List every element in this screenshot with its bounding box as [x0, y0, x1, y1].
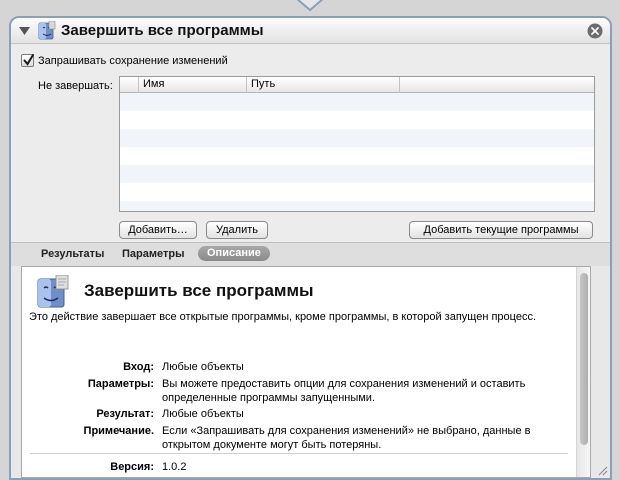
- table-header-fill: [400, 77, 594, 93]
- description-summary: Это действие завершает все открытые прог…: [29, 311, 537, 323]
- description-divider: [30, 453, 568, 454]
- version-label: Версия:: [110, 461, 154, 473]
- description-input-row: Вход: Любые объекты: [22, 360, 557, 374]
- table-row: [120, 201, 594, 211]
- description-result-row: Результат: Любые объекты: [22, 407, 557, 421]
- result-value: Любые объекты: [162, 408, 244, 420]
- remove-button[interactable]: Удалить: [206, 221, 268, 239]
- table-header: Имя Путь: [120, 77, 594, 93]
- description-title: Завершить все программы: [84, 281, 314, 300]
- tab-results[interactable]: Результаты: [41, 248, 104, 260]
- result-label: Результат:: [96, 408, 154, 420]
- table-row: [120, 129, 594, 147]
- action-card: Завершить все программы Запрашивать сохр…: [9, 16, 612, 480]
- checkmark-icon: [23, 54, 34, 66]
- tab-description[interactable]: Описание: [198, 246, 270, 261]
- input-value: Любые объекты: [162, 361, 244, 373]
- disclosure-triangle-icon[interactable]: [19, 26, 30, 36]
- action-title-bar[interactable]: Завершить все программы: [11, 18, 610, 44]
- table-row: [120, 165, 594, 183]
- table-header-spacer: [120, 77, 139, 93]
- options-value: Вы можете предоставить опции для сохране…: [162, 378, 526, 404]
- finder-app-icon: [37, 275, 69, 308]
- add-button[interactable]: Добавить…: [119, 221, 197, 239]
- version-value: 1.0.2: [162, 461, 187, 473]
- action-title: Завершить все программы: [61, 22, 264, 39]
- table-body[interactable]: [120, 93, 594, 211]
- description-version-row: Версия: 1.0.2: [22, 460, 557, 474]
- action-settings-panel: Запрашивать сохранение изменений Не заве…: [11, 45, 610, 242]
- table-row: [120, 111, 594, 129]
- info-tabs: Результаты Параметры Описание: [11, 242, 610, 266]
- note-value: Если «Запрашивать для сохранения изменен…: [162, 425, 531, 451]
- note-label: Примечание.: [83, 425, 154, 437]
- column-header-path[interactable]: Путь: [247, 77, 400, 93]
- scrollbar-thumb[interactable]: [580, 273, 588, 445]
- ask-to-save-label: Запрашивать сохранение изменений: [38, 54, 228, 67]
- description-pane[interactable]: Завершить все программы Это действие зав…: [21, 266, 591, 478]
- options-label: Параметры:: [87, 378, 154, 390]
- ask-to-save-row[interactable]: Запрашивать сохранение изменений: [21, 54, 228, 67]
- close-circle-icon[interactable]: [587, 23, 603, 39]
- input-label: Вход:: [123, 361, 154, 373]
- table-row: [120, 147, 594, 165]
- add-current-apps-button[interactable]: Добавить текущие программы: [409, 221, 593, 239]
- workflow-connector-notch: [296, 0, 324, 12]
- description-note-row: Примечание. Если «Запрашивать для сохран…: [22, 424, 557, 452]
- ask-to-save-checkbox[interactable]: [21, 54, 34, 67]
- table-row: [120, 93, 594, 111]
- description-scrollbar[interactable]: [576, 267, 590, 477]
- column-header-name[interactable]: Имя: [139, 77, 247, 93]
- description-options-row: Параметры: Вы можете предоставить опции …: [22, 377, 557, 405]
- finder-app-icon: [38, 21, 56, 40]
- do-not-quit-label: Не завершать:: [38, 80, 113, 92]
- tab-options[interactable]: Параметры: [122, 248, 184, 260]
- table-row: [120, 183, 594, 201]
- excluded-apps-table[interactable]: Имя Путь: [119, 76, 595, 212]
- resize-grip-icon[interactable]: [597, 465, 608, 476]
